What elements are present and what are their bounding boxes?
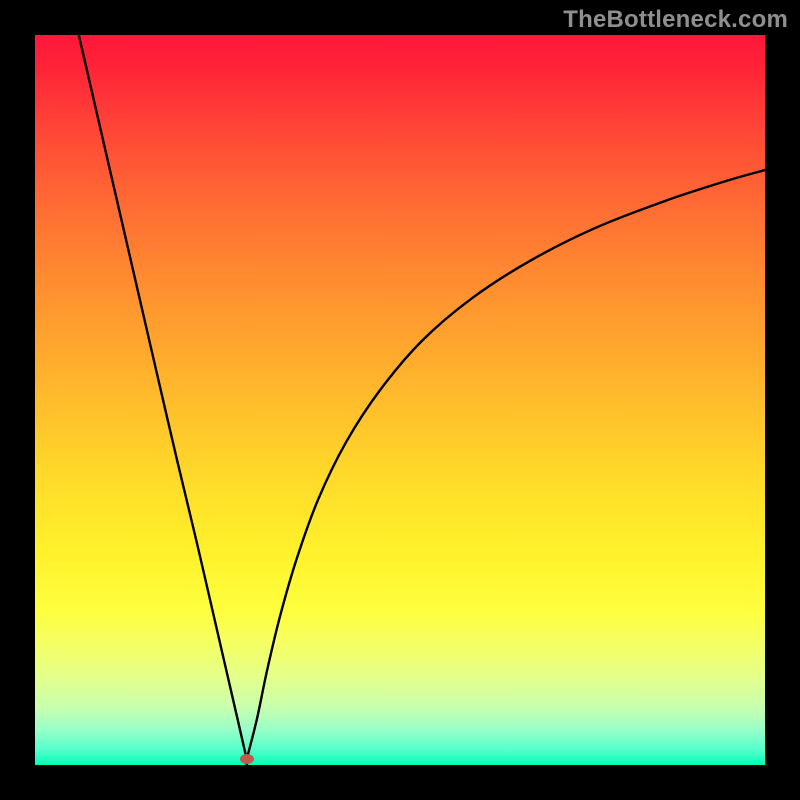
optimal-point-marker bbox=[240, 754, 254, 764]
curve-path bbox=[79, 35, 765, 764]
chart-frame: TheBottleneck.com bbox=[0, 0, 800, 800]
watermark-text: TheBottleneck.com bbox=[563, 6, 788, 34]
plot-area bbox=[35, 35, 765, 765]
bottleneck-curve bbox=[35, 35, 765, 765]
